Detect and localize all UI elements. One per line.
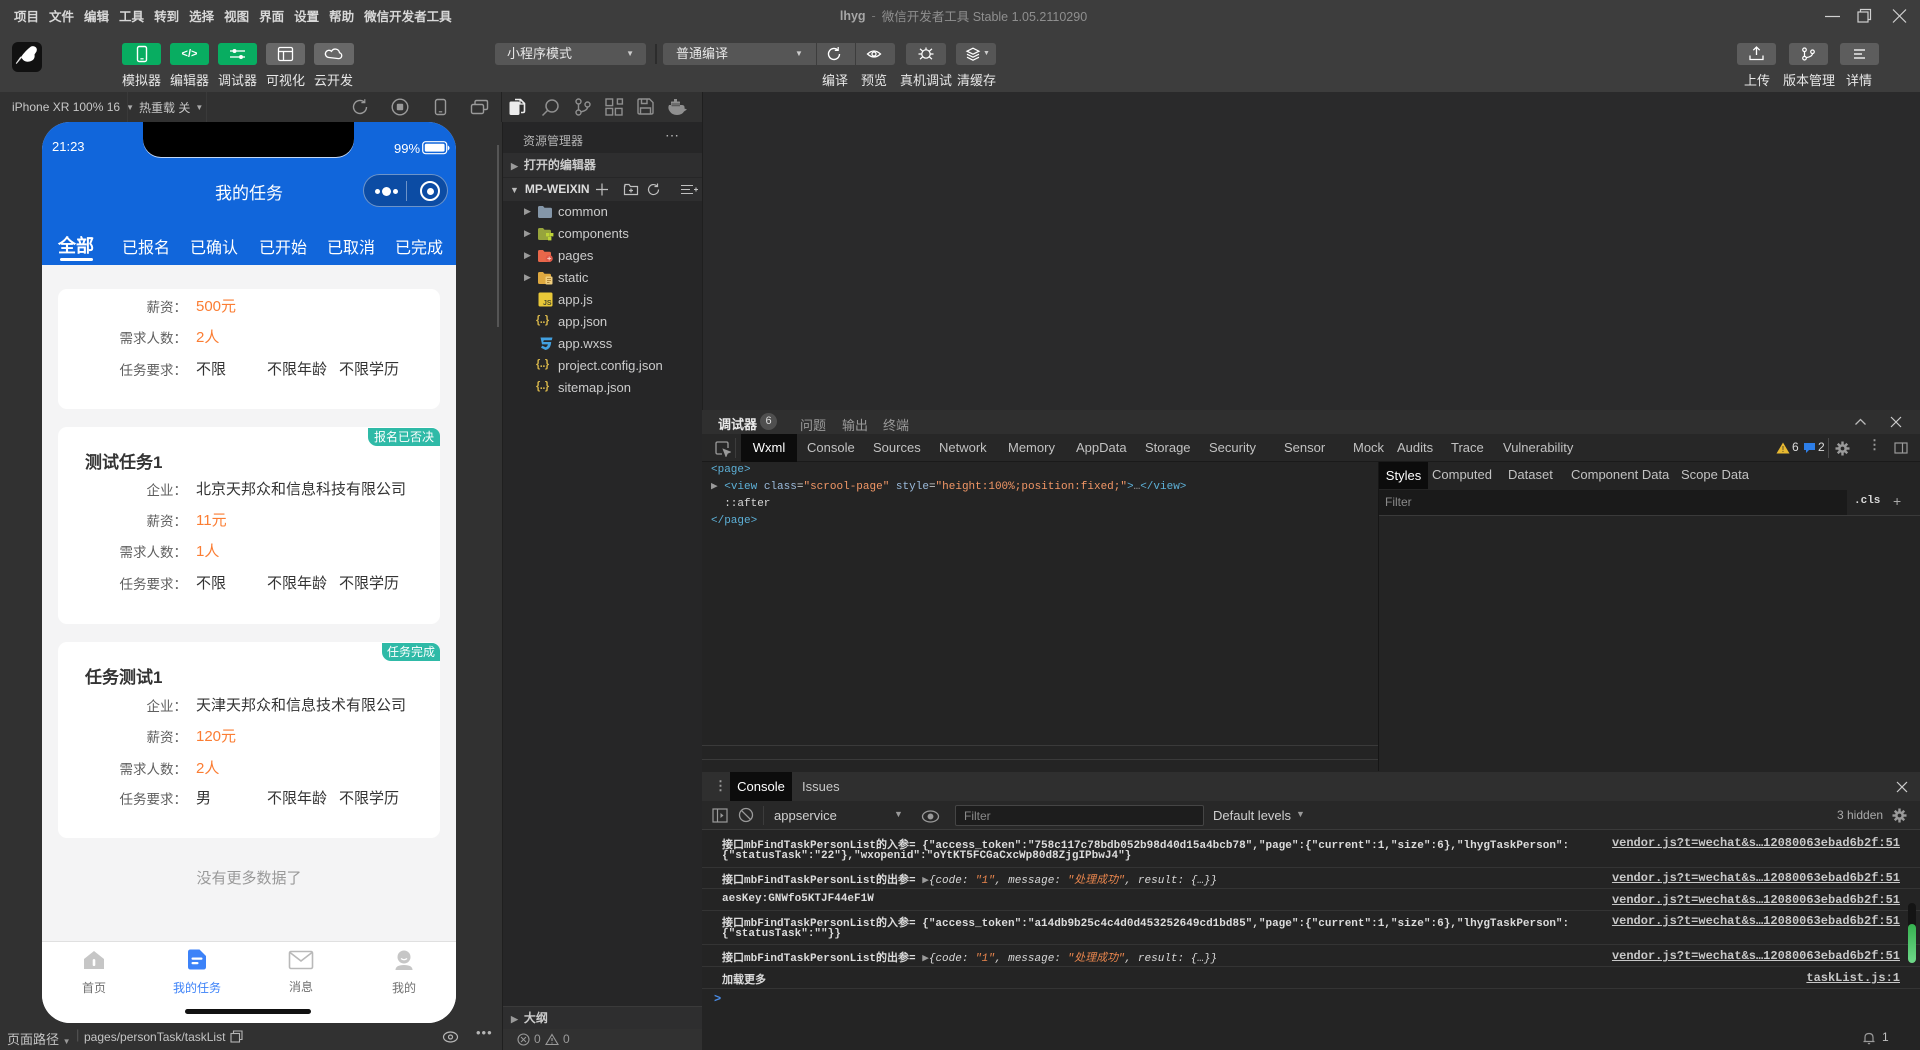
svg-text:JS: JS bbox=[543, 300, 552, 307]
svg-text:!: ! bbox=[1782, 445, 1784, 454]
